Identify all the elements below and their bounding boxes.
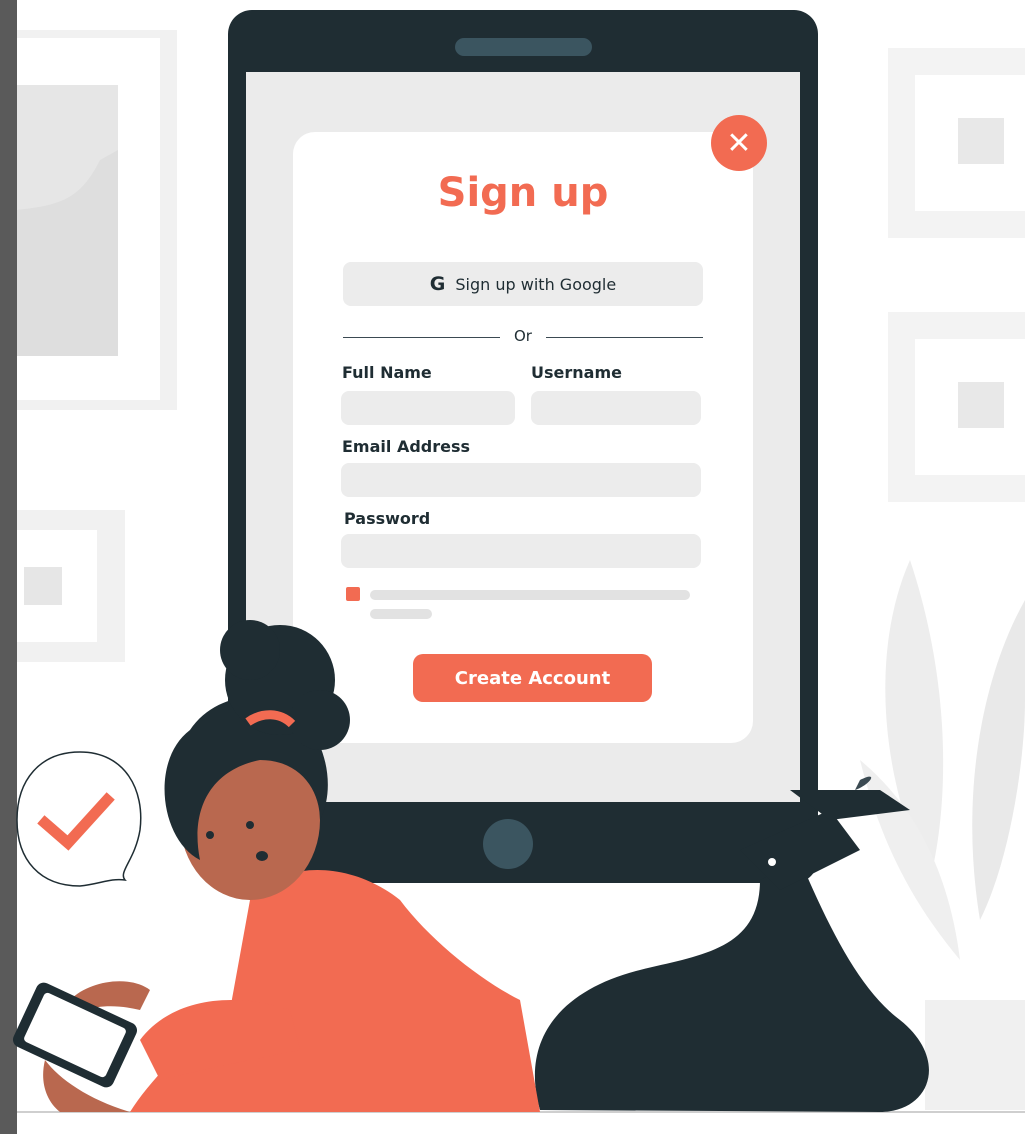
check-bubble [16, 751, 142, 887]
wall-frame-left [17, 30, 177, 410]
username-input[interactable] [531, 391, 701, 425]
wall-frame-right-top [888, 48, 1025, 238]
close-button[interactable]: ✕ [711, 115, 767, 171]
close-icon: ✕ [726, 125, 752, 161]
create-account-button[interactable]: Create Account [413, 654, 652, 702]
email-label: Email Address [342, 437, 471, 456]
password-input[interactable] [341, 534, 701, 568]
terms-placeholder-line-short [370, 609, 432, 619]
terms-placeholder-line [370, 590, 690, 600]
password-label: Password [344, 509, 431, 528]
google-icon: G [429, 273, 446, 295]
page-title: Sign up [437, 170, 609, 216]
wall-frame-small-left [17, 510, 125, 662]
or-divider: Or [343, 326, 703, 348]
google-signup-label: Sign up with Google [455, 274, 617, 294]
or-label: Or [514, 327, 532, 345]
terms-checkbox[interactable] [346, 587, 360, 601]
full-name-label: Full Name [342, 363, 432, 382]
full-name-input[interactable] [341, 391, 515, 425]
email-input[interactable] [341, 463, 701, 497]
wall-frame-right-bottom [888, 312, 1025, 502]
username-label: Username [531, 363, 622, 382]
google-signup-button[interactable]: G Sign up with Google [343, 262, 703, 306]
